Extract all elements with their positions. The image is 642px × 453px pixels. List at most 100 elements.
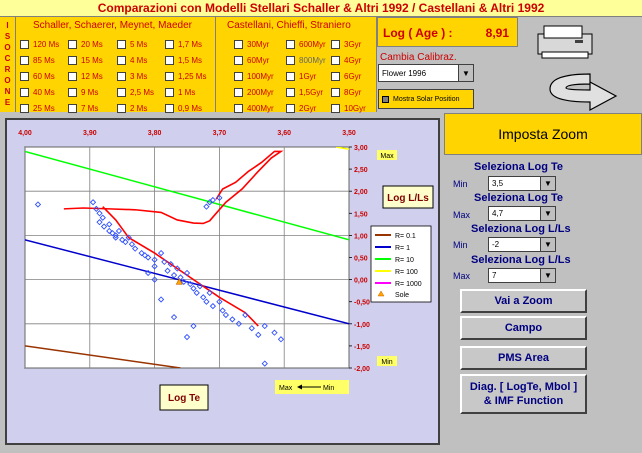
checkbox-box[interactable] <box>286 56 295 65</box>
checkbox-box[interactable] <box>234 40 243 49</box>
checkbox-box[interactable] <box>286 40 295 49</box>
isocrone-checkbox[interactable]: 3 Ms <box>117 72 147 81</box>
checkbox-box[interactable] <box>117 40 126 49</box>
isocrone-checkbox[interactable]: 200Myr <box>234 88 274 97</box>
x-tick-label: 3,90 <box>83 130 97 137</box>
checkbox-box[interactable] <box>165 88 174 97</box>
l-min-value: -2 <box>492 240 500 249</box>
isocrone-checkbox[interactable]: 85 Ms <box>20 56 55 65</box>
checkbox-box[interactable] <box>20 40 29 49</box>
isocrone-checkbox[interactable]: 0,9 Ms <box>165 104 202 113</box>
checkbox-box[interactable] <box>68 56 77 65</box>
checkbox-label: 1Gyr <box>299 72 317 81</box>
isocrone-checkbox[interactable]: 15 Ms <box>68 56 103 65</box>
isocrone-checkbox[interactable]: 9 Ms <box>68 88 98 97</box>
chevron-down-icon[interactable]: ▼ <box>540 207 555 220</box>
isocrone-checkbox[interactable]: 4Gyr <box>331 56 361 65</box>
isocrone-checkbox[interactable]: 40 Ms <box>20 88 55 97</box>
te-min-select[interactable]: 3,5 ▼ <box>488 176 556 191</box>
vai-zoom-button[interactable]: Vai a Zoom <box>460 289 587 313</box>
isocrone-checkbox[interactable]: 2Gyr <box>286 104 316 113</box>
campo-button[interactable]: Campo <box>460 316 587 340</box>
isocrone-checkbox[interactable]: 1,7 Ms <box>165 40 202 49</box>
checkbox-box[interactable] <box>286 104 295 113</box>
isocrone-checkbox[interactable]: 100Myr <box>234 72 274 81</box>
checkbox-box[interactable] <box>117 88 126 97</box>
isocrone-checkbox[interactable]: 1 Ms <box>165 88 195 97</box>
isocrone-checkbox[interactable]: 8Gyr <box>331 88 361 97</box>
isocrone-checkbox[interactable]: 20 Ms <box>68 40 103 49</box>
checkbox-box[interactable] <box>234 104 243 113</box>
checkbox-box[interactable] <box>117 104 126 113</box>
checkbox-label: 30Myr <box>247 40 270 49</box>
isocrone-checkbox[interactable]: 3Gyr <box>331 40 361 49</box>
checkbox-box[interactable] <box>331 104 340 113</box>
checkbox-box[interactable] <box>331 56 340 65</box>
checkbox-box[interactable] <box>165 104 174 113</box>
isocrone-checkbox[interactable]: 2,5 Ms <box>117 88 154 97</box>
isocrone-checkbox[interactable]: 5 Ms <box>117 40 147 49</box>
te-max-select[interactable]: 4,7 ▼ <box>488 206 556 221</box>
y-tick-label: 3,00 <box>354 145 368 152</box>
checkbox-box[interactable] <box>20 88 29 97</box>
checkbox-box[interactable] <box>20 56 29 65</box>
isocrone-checkbox[interactable]: 800Myr <box>286 56 326 65</box>
chevron-down-icon[interactable]: ▼ <box>540 177 555 190</box>
checkbox-box[interactable] <box>68 104 77 113</box>
mostra-solar-button[interactable]: Mostra Solar Position <box>378 89 474 109</box>
checkbox-box[interactable] <box>20 72 29 81</box>
isocrone-checkbox[interactable]: 600Myr <box>286 40 326 49</box>
isocrone-letter: O <box>4 76 11 85</box>
checkbox-box[interactable] <box>68 72 77 81</box>
back-arrow-icon[interactable] <box>549 73 618 112</box>
printer-icon[interactable] <box>537 25 593 59</box>
checkbox-box[interactable] <box>68 40 77 49</box>
checkbox-box[interactable] <box>286 88 295 97</box>
chevron-down-icon[interactable]: ▼ <box>458 65 473 81</box>
checkbox-box[interactable] <box>165 56 174 65</box>
isocrone-checkbox[interactable]: 120 Ms <box>20 40 59 49</box>
calibration-select[interactable]: Flower 1996 ▼ <box>378 64 474 82</box>
isocrone-checkbox[interactable]: 4 Ms <box>117 56 147 65</box>
checkbox-label: 2,5 Ms <box>130 88 155 97</box>
checkbox-box[interactable] <box>331 88 340 97</box>
isocrone-checkbox[interactable]: 7 Ms <box>68 104 98 113</box>
checkbox-box[interactable] <box>117 56 126 65</box>
checkbox-box[interactable] <box>234 56 243 65</box>
checkbox-box[interactable] <box>68 88 77 97</box>
chevron-down-icon[interactable]: ▼ <box>540 269 555 282</box>
isocrone-checkbox[interactable]: 10Gyr <box>331 104 366 113</box>
checkbox-label: 3Gyr <box>344 40 362 49</box>
isocrone-checkbox[interactable]: 6Gyr <box>331 72 361 81</box>
isocrone-checkbox[interactable]: 60 Ms <box>20 72 55 81</box>
pms-area-button[interactable]: PMS Area <box>460 346 587 370</box>
l-min-select[interactable]: -2 ▼ <box>488 237 556 252</box>
isocrone-checkbox[interactable]: 2 Ms <box>117 104 147 113</box>
hr-diagram-chart: 4,00 3,90 3,80 3,70 3,60 3,50 3,00 2,50 2,00 1,50… <box>18 130 434 411</box>
chevron-down-icon[interactable]: ▼ <box>540 238 555 251</box>
checkbox-box[interactable] <box>165 40 174 49</box>
diag-imf-button[interactable]: Diag. [ LogTe, Mbol ] & IMF Function <box>460 374 587 414</box>
checkbox-box[interactable] <box>286 72 295 81</box>
isocrone-checkbox[interactable]: 30Myr <box>234 40 269 49</box>
checkbox-box[interactable] <box>331 40 340 49</box>
checkbox-box[interactable] <box>20 104 29 113</box>
isocrone-checkbox[interactable]: 12 Ms <box>68 72 103 81</box>
checkbox-box[interactable] <box>234 88 243 97</box>
isocrone-checkbox[interactable]: 1Gyr <box>286 72 316 81</box>
l-max-select[interactable]: 7 ▼ <box>488 268 556 283</box>
isocrone-vertical-label: ISOCRONE <box>0 17 16 112</box>
isocrone-checkbox[interactable]: 60Myr <box>234 56 269 65</box>
isocrone-letter: S <box>4 32 11 41</box>
isocrone-checkbox[interactable]: 1,25 Ms <box>165 72 206 81</box>
checkbox-label: 40 Ms <box>33 88 55 97</box>
checkbox-box[interactable] <box>331 72 340 81</box>
checkbox-box[interactable] <box>165 72 174 81</box>
x-axis-label: Log Te <box>168 393 200 404</box>
isocrone-checkbox[interactable]: 400Myr <box>234 104 274 113</box>
checkbox-box[interactable] <box>234 72 243 81</box>
isocrone-checkbox[interactable]: 1,5Gyr <box>286 88 323 97</box>
isocrone-checkbox[interactable]: 25 Ms <box>20 104 55 113</box>
isocrone-checkbox[interactable]: 1,5 Ms <box>165 56 202 65</box>
checkbox-box[interactable] <box>117 72 126 81</box>
